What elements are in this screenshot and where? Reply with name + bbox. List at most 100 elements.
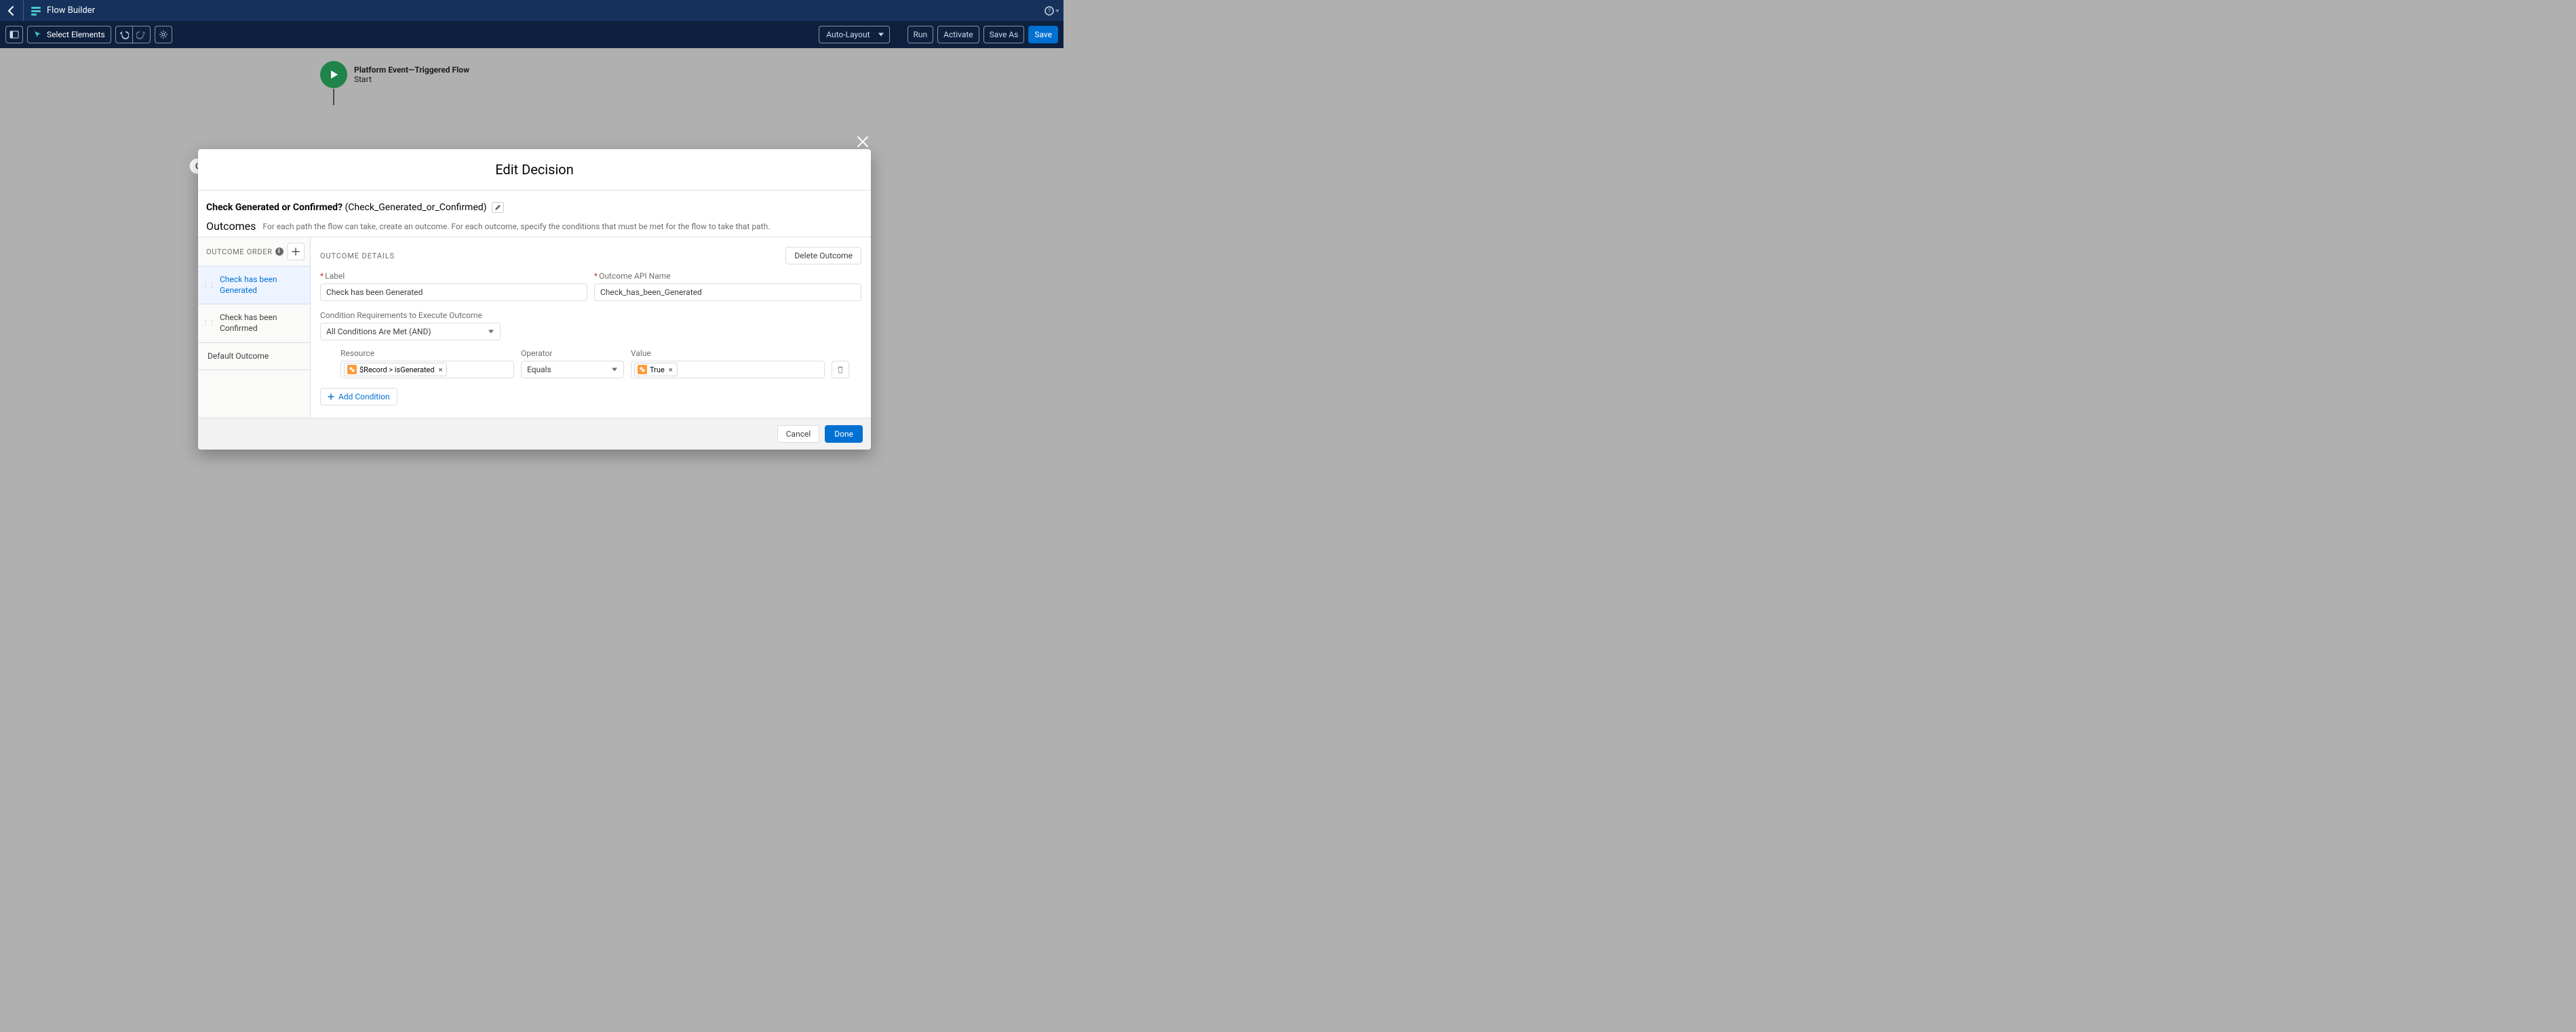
plus-icon [328,393,334,400]
outcome-item-label: Check has been Generated [220,275,305,296]
drag-handle-icon[interactable]: ⋮⋮ [202,321,216,326]
help-icon: ? [1045,6,1054,16]
drag-handle-icon[interactable]: ⋮⋮ [202,283,216,288]
pencil-icon [494,204,501,211]
toggle-panel-button[interactable] [5,26,23,43]
operator-select[interactable] [521,361,624,378]
save-label: Save [1034,30,1052,39]
modal-subheader: Check Generated or Confirmed? (Check_Gen… [198,191,871,237]
outcomes-label: Outcomes [206,220,256,233]
delete-outcome-button[interactable]: Delete Outcome [785,247,861,264]
select-elements-button[interactable]: Select Elements [27,26,111,43]
cancel-button[interactable]: Cancel [777,425,820,443]
save-button[interactable]: Save [1028,26,1058,43]
back-button[interactable] [0,0,24,21]
activate-button[interactable]: Activate [937,26,979,43]
gear-icon [159,30,168,39]
modal-body: OUTCOME ORDER i ⋮⋮ Check has been Genera… [198,237,871,418]
chevron-down-icon [1055,9,1059,13]
label-field-label: Label [325,271,345,281]
delete-condition-button[interactable] [832,361,849,378]
remove-pill-icon[interactable]: × [437,365,444,374]
redo-icon [136,30,146,39]
trash-icon [836,365,844,374]
edit-label-button[interactable] [492,202,504,213]
save-as-button[interactable]: Save As [983,26,1025,43]
outcome-order-header: OUTCOME ORDER [206,247,273,256]
add-condition-button[interactable]: Add Condition [320,388,397,405]
start-node-title: Platform Event—Triggered Flow [354,65,469,75]
outcome-api-input[interactable] [594,283,861,301]
outcome-label-input[interactable] [320,283,587,301]
help-menu[interactable]: ? [1040,0,1063,21]
outcome-order-panel: OUTCOME ORDER i ⋮⋮ Check has been Genera… [198,237,311,418]
cond-req-value[interactable] [320,323,501,340]
back-arrow-icon [6,5,17,16]
value-input[interactable]: True × [631,361,825,378]
add-outcome-button[interactable] [287,243,305,260]
outcome-item-default[interactable]: Default Outcome [198,342,310,371]
boolean-icon [638,365,647,374]
save-as-label: Save As [990,30,1019,39]
layout-mode-select[interactable]: Auto-Layout [819,26,889,43]
outcome-details-panel: OUTCOME DETAILS Delete Outcome *Label *O… [311,237,871,418]
modal-footer: Cancel Done [198,418,871,450]
connector-line [333,89,334,105]
add-condition-label: Add Condition [338,392,390,401]
activate-label: Activate [943,30,973,39]
value-pill-label: True [650,365,665,374]
resource-pill[interactable]: $Record > isGenerated × [344,363,447,376]
redo-button[interactable] [133,26,151,43]
modal-header: Edit Decision [198,149,871,191]
outcome-item-label: Check has been Confirmed [220,313,305,334]
play-icon [328,68,340,81]
edit-decision-modal: Edit Decision Check Generated or Confirm… [198,149,871,450]
settings-button[interactable] [155,26,172,43]
select-elements-label: Select Elements [47,30,105,39]
operator-label: Operator [521,349,624,358]
delete-outcome-label: Delete Outcome [794,251,853,260]
element-api-name: (Check_Generated_or_Confirmed) [345,202,486,213]
modal-title: Edit Decision [198,161,871,178]
api-field-label: Outcome API Name [599,271,670,281]
undo-button[interactable] [115,26,133,43]
undo-redo-group [115,26,151,43]
outcome-item-label: Default Outcome [208,351,269,362]
app-identity: Flow Builder [24,5,102,16]
resource-pill-label: $Record > isGenerated [359,365,435,374]
outcomes-description: For each path the flow can take, create … [262,222,770,231]
start-node-subtitle: Start [354,75,469,84]
run-label: Run [914,30,928,39]
app-name: Flow Builder [47,5,95,16]
outcome-item-confirmed[interactable]: ⋮⋮ Check has been Confirmed [198,304,310,342]
remove-pill-icon[interactable]: × [667,365,674,374]
run-button[interactable]: Run [908,26,934,43]
close-icon [855,134,870,149]
start-node-text: Platform Event—Triggered Flow Start [354,65,469,84]
app-top-bar: Flow Builder ? [0,0,1063,21]
cond-req-select[interactable] [320,323,501,340]
outcome-item-generated[interactable]: ⋮⋮ Check has been Generated [198,266,310,304]
value-pill[interactable]: True × [634,363,678,376]
start-node-icon [320,61,347,88]
info-icon[interactable]: i [275,247,284,256]
outcome-details-header: OUTCOME DETAILS [320,252,395,260]
plus-icon [292,247,300,256]
start-node[interactable]: Platform Event—Triggered Flow Start [320,61,469,88]
condition-row: Resource $Record > isGenerated × [320,349,861,378]
done-button[interactable]: Done [825,425,863,443]
modal-close-button[interactable] [851,130,874,153]
cursor-icon [33,30,43,39]
flow-builder-icon [31,5,41,16]
cond-req-label: Condition Requirements to Execute Outcom… [320,311,501,320]
operator-value[interactable] [521,361,624,378]
undo-icon [119,30,129,39]
record-icon [347,365,357,374]
svg-text:?: ? [1048,8,1051,15]
flow-canvas[interactable]: Platform Event—Triggered Flow Start C Ed… [0,48,2576,1032]
panel-icon [9,30,19,39]
resource-label: Resource [340,349,514,358]
cancel-label: Cancel [786,429,811,439]
builder-toolbar: Select Elements Auto-Layout Run Activate… [0,21,1063,48]
resource-input[interactable]: $Record > isGenerated × [340,361,514,378]
